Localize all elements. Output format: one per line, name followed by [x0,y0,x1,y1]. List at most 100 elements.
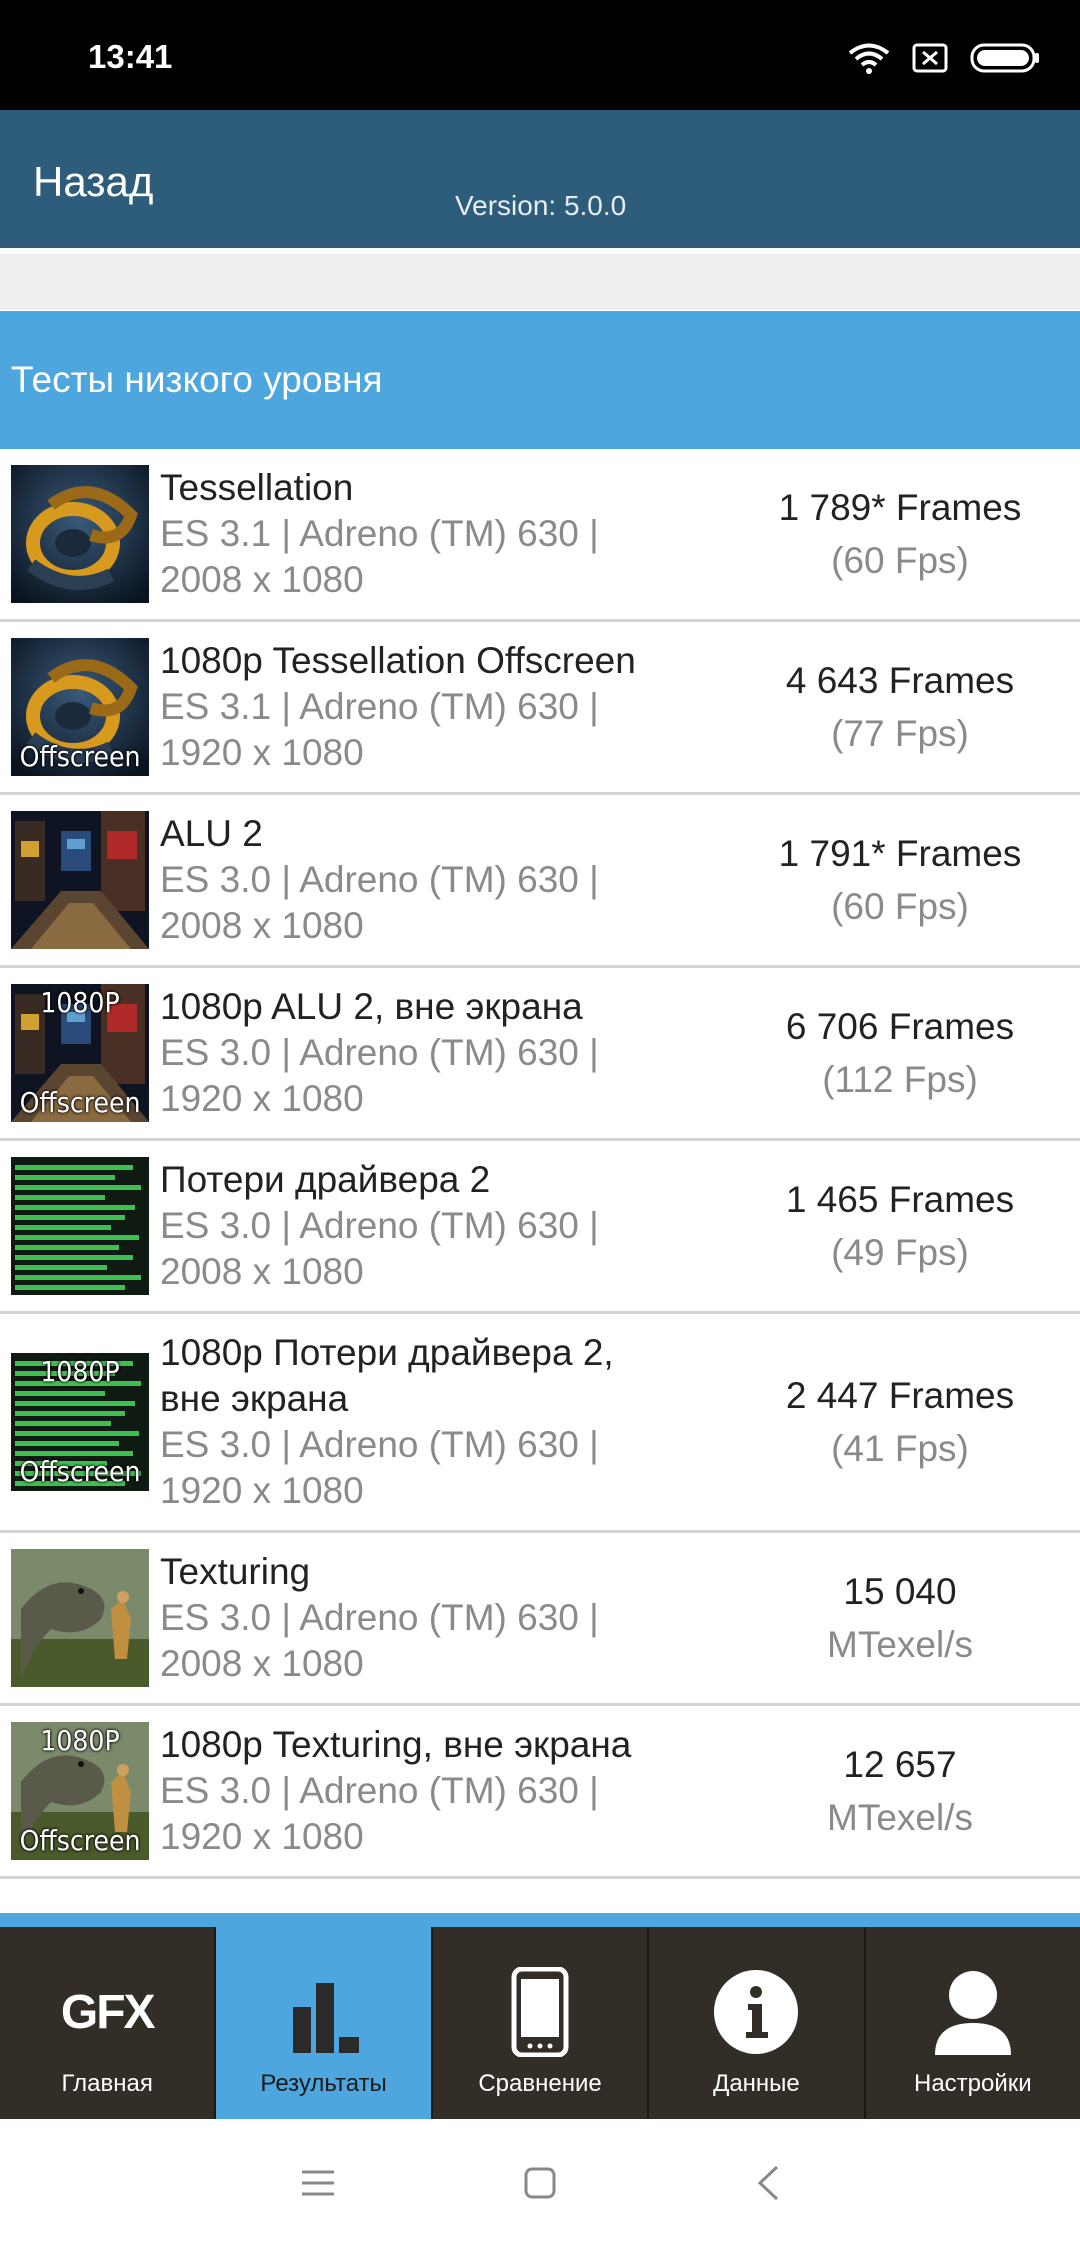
score-value: 4 643 Frames [785,660,1015,701]
test-details: 1920 x 1080 [160,1470,364,1511]
test-info: 1080p Texturing, вне экрана ES 3.0 | Adre… [160,1722,700,1860]
test-info: Потери драйвера 2 ES 3.0 | Adreno (TM) 63… [160,1157,700,1295]
test-score: 12 657 MTexel/s [710,1738,1080,1844]
test-info: 1080p Tessellation Offscreen ES 3.1 | Adr… [160,638,700,776]
test-title: Texturing [160,1551,311,1592]
score-value: 1 789* Frames [778,487,1022,528]
test-thumbnail: 1080P Offscreen [11,1353,149,1491]
battery-icon [970,43,1039,73]
test-details: 1920 x 1080 [160,1078,364,1119]
version-label: Version: 5.0.0 [455,190,627,221]
score-unit: (60 Fps) [831,540,969,581]
test-details: ES 3.0 | Adreno (TM) 630 | [160,1424,599,1465]
score-value: 1 791* Frames [778,833,1022,874]
tab-settings[interactable]: Настройки [863,1927,1080,2119]
test-title: 1080p ALU 2, вне экрана [160,986,583,1027]
tab-label-settings: Настройки [913,2070,1032,2097]
score-unit: MTexel/s [827,1624,973,1665]
test-details: ES 3.0 | Adreno (TM) 630 | [160,1597,599,1638]
result-row[interactable]: 1080P Offscreen 1080p Потери драйвера 2, вн… [0,1314,1080,1533]
test-details: 2008 x 1080 [160,1643,364,1684]
test-score: 6 706 Frames (112 Fps) [710,1000,1080,1106]
tab-compare[interactable]: Сравнение [430,1927,647,2119]
score-unit: (112 Fps) [822,1059,978,1100]
test-details: ES 3.0 | Adreno (TM) 630 | [160,1205,599,1246]
home-button[interactable] [512,2155,568,2211]
tab-bar-top-strip [0,1913,1080,1927]
back-button[interactable]: Назад [33,158,153,206]
phone-icon [511,1967,569,2057]
tab-label-results: Результаты [260,2070,387,2097]
home-icon [524,2167,556,2199]
score-value: 6 706 Frames [785,1006,1015,1047]
result-row[interactable]: 1080P Offscreen 1080p Texturing, вне экран… [0,1706,1080,1879]
bottom-tab-bar: GFX Главная Результаты Сравнение Данные … [0,1927,1080,2119]
test-info: ALU 2 ES 3.0 | Adreno (TM) 630 | 2008 x 10… [160,811,700,949]
user-icon [934,1971,1011,2055]
result-row[interactable]: Texturing ES 3.0 | Adreno (TM) 630 | 2008 … [0,1533,1080,1706]
test-title: 1080p Потери драйвера 2, [160,1332,614,1373]
test-details: 2008 x 1080 [160,1251,364,1292]
test-thumbnail: 1080P Offscreen [11,984,149,1122]
bar-chart-icon [292,1983,359,2053]
test-score: 1 789* Frames (60 Fps) [710,481,1080,587]
result-row[interactable]: Offscreen 1080p Tessellation Offscreen ES … [0,622,1080,795]
test-details: 1920 x 1080 [160,732,364,773]
test-score: 15 040 MTexel/s [710,1565,1080,1671]
status-bar: 13:41 [0,0,1080,110]
spacer-band [0,254,1080,310]
test-thumbnail: Offscreen [11,638,149,776]
test-info: 1080p Потери драйвера 2, вне экрана ES 3.0… [160,1330,700,1514]
tessellation-thumb-icon [11,465,149,603]
score-value: 15 040 [843,1571,957,1612]
test-details: ES 3.1 | Adreno (TM) 630 | [160,513,599,554]
tab-label-home: Главная [61,2070,153,2097]
test-thumbnail [11,1549,149,1687]
gfx-logo-text: GFX [60,1985,156,2039]
test-title: ALU 2 [160,813,263,854]
results-list: Tessellation ES 3.1 | Adreno (TM) 630 | 20… [0,449,1080,1909]
score-unit: (41 Fps) [831,1428,969,1469]
texturing-thumb-icon [11,1549,149,1687]
result-row[interactable]: Tessellation ES 3.1 | Adreno (TM) 630 | 20… [0,449,1080,622]
tab-results[interactable]: Результаты [214,1927,431,2119]
test-details: 1920 x 1080 [160,1816,364,1857]
score-unit: (60 Fps) [831,886,969,927]
wifi-icon [848,43,890,74]
result-row[interactable]: ALU 2 ES 3.0 | Adreno (TM) 630 | 2008 x 10… [0,795,1080,968]
status-time: 13:41 [88,38,173,75]
test-details: ES 3.0 | Adreno (TM) 630 | [160,859,599,900]
test-thumbnail [11,465,149,603]
back-icon [757,2165,779,2201]
alu-thumb-icon [11,811,149,949]
score-unit: (49 Fps) [831,1232,969,1273]
tab-home[interactable]: GFX Главная [0,1927,214,2119]
result-row[interactable]: Потери драйвера 2 ES 3.0 | Adreno (TM) 63… [0,1141,1080,1314]
test-title: вне экрана [160,1378,349,1419]
tab-label-compare: Сравнение [478,2070,602,2097]
thumb-badge-bottom: Offscreen [19,1086,141,1119]
thumb-badge-top: 1080P [40,1355,120,1388]
test-title: 1080p Tessellation Offscreen [160,640,636,681]
menu-icon [302,2170,334,2196]
result-row[interactable]: 1080P Offscreen 1080p ALU 2, вне экрана ES … [0,968,1080,1141]
test-score: 2 447 Frames (41 Fps) [710,1369,1080,1475]
tab-label-info: Данные [713,2070,800,2097]
system-nav-bar [0,2119,1080,2248]
gfx-logo-icon: GFX [0,1967,214,2057]
thumb-badge-bottom: Offscreen [19,1455,141,1488]
test-title: 1080p Texturing, вне экрана [160,1724,632,1765]
status-icons [848,38,1040,78]
info-icon [714,1970,799,2054]
thumb-badge-top: 1080P [40,1724,120,1757]
tab-info[interactable]: Данные [647,1927,863,2119]
back-nav-button[interactable] [740,2155,796,2211]
score-value: 1 465 Frames [785,1179,1015,1220]
test-details: ES 3.1 | Adreno (TM) 630 | [160,686,599,727]
no-sim-icon [912,43,948,73]
driver-overhead-thumb-icon [11,1157,149,1295]
menu-button[interactable] [290,2155,346,2211]
thumb-badge-top: 1080P [40,986,120,1019]
score-unit: MTexel/s [827,1797,973,1838]
test-details: 2008 x 1080 [160,559,364,600]
